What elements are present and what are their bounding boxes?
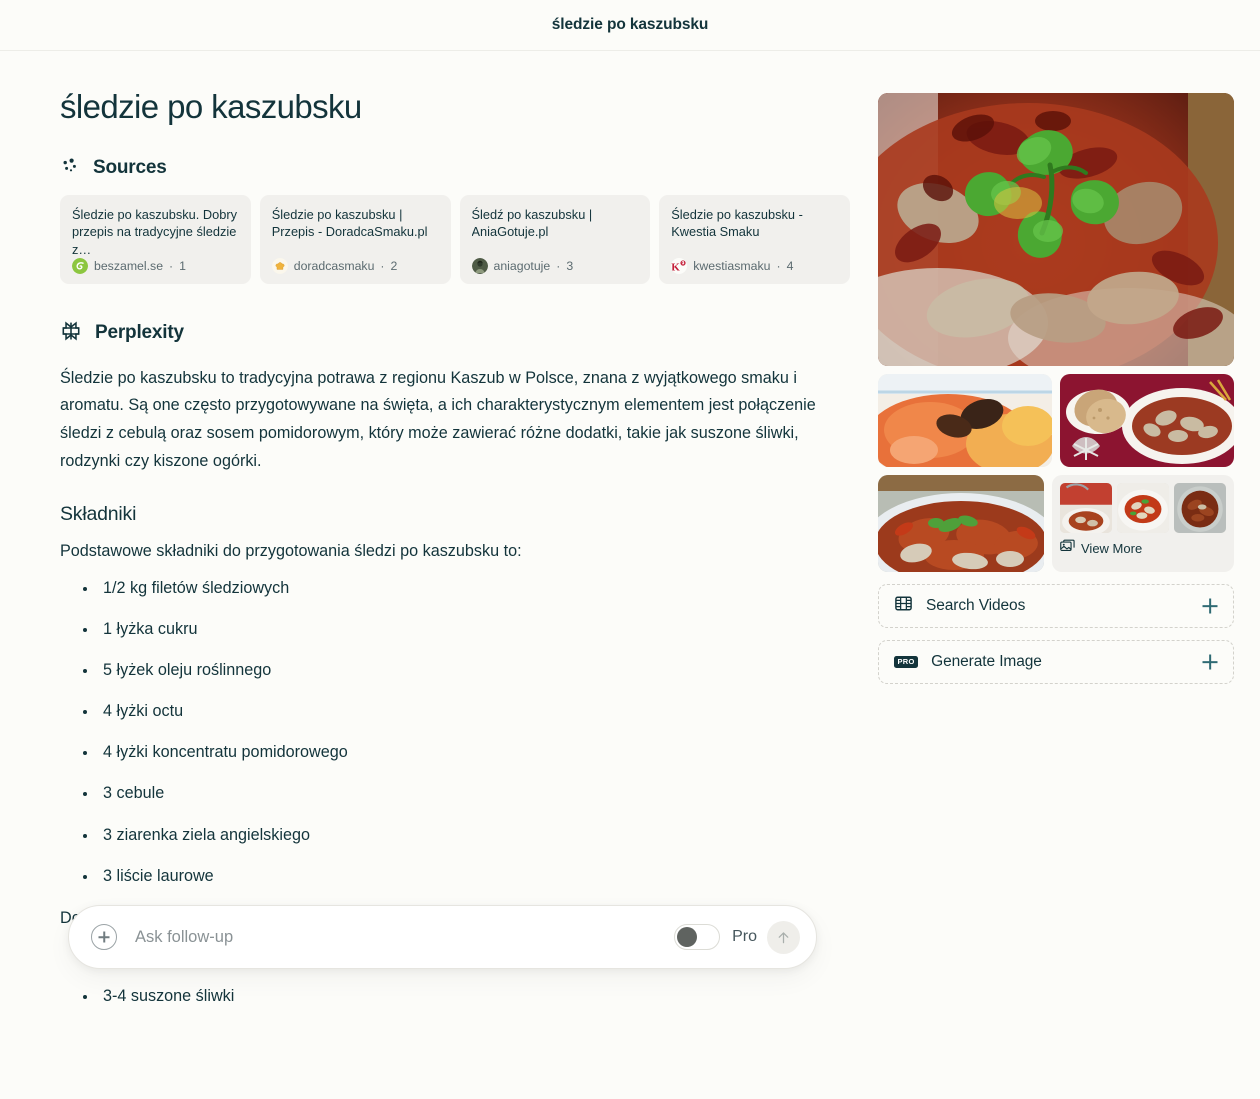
media-grid: View More [878, 93, 1234, 572]
plus-icon[interactable] [1202, 598, 1218, 614]
generate-image-button[interactable]: PRO Generate Image [878, 640, 1234, 684]
film-grid-icon [894, 594, 913, 618]
section-heading-skladniki: Składniki [60, 503, 137, 526]
source-title: Śledź po kaszubsku | AniaGotuje.pl [471, 206, 593, 240]
source-meta: beszamel.se · 1 [72, 257, 239, 274]
source-domain: aniagotuje [493, 258, 551, 273]
arrow-up-icon [778, 931, 789, 943]
plus-icon[interactable] [1202, 654, 1218, 670]
source-meta: aniagotuje · 3 [471, 257, 639, 274]
sources-list: Śledzie po kaszubsku. Dobry przepis na t… [60, 194, 850, 284]
answer-intro-paragraph: Śledzie po kaszubsku to tradycyjna potra… [60, 368, 816, 471]
more-thumb-1[interactable] [1060, 483, 1112, 533]
list-item: 4 łyżki octu [60, 699, 850, 724]
source-separator: · [169, 258, 174, 273]
generate-image-label: Generate Image [931, 653, 1042, 670]
plus-circle-icon[interactable] [91, 924, 117, 950]
media-row-3: View More [878, 475, 1234, 572]
perplexity-logo-icon [60, 320, 82, 347]
source-meta: K kwestiasmaku · 4 [671, 257, 838, 274]
list-item: 1/2 kg filetów śledziowych [60, 576, 850, 601]
view-more-row[interactable]: View More [1060, 539, 1226, 557]
submit-button[interactable] [767, 920, 800, 954]
list-item: 3-4 suszone śliwki [60, 984, 850, 1009]
top-bar: śledzie po kaszubsku [0, 0, 1260, 51]
search-videos-label: Search Videos [926, 597, 1026, 614]
source-card-4[interactable]: Śledzie po kaszubsku - Kwestia Smaku K k… [659, 194, 850, 284]
source-separator: · [776, 258, 781, 273]
doradcasmaku-favicon [271, 257, 288, 274]
beszamel-favicon [72, 257, 88, 274]
thumb-herring-dish[interactable] [878, 475, 1044, 572]
list-item: 5 łyżek oleju roślinnego [60, 658, 850, 683]
aniagotuje-favicon [471, 257, 488, 274]
sources-heading-label: Sources [93, 157, 167, 179]
source-card-3[interactable]: Śledź po kaszubsku | AniaGotuje.pl aniag… [459, 194, 651, 284]
pro-toggle-label: Pro [732, 928, 757, 945]
thumb-herring-potatoes[interactable] [878, 374, 1052, 467]
more-thumb-2[interactable] [1117, 483, 1169, 533]
source-card-2[interactable]: Śledzie po kaszubsku | Przepis - Doradca… [259, 194, 451, 284]
source-title: Śledzie po kaszubsku - Kwestia Smaku [671, 206, 803, 240]
source-domain: kwestiasmaku [693, 258, 771, 273]
followup-bar-container: Pro [68, 905, 817, 969]
list-item: 3 ziarenka ziela angielskiego [60, 823, 850, 848]
skladniki-lead: Podstawowe składniki do przygotowania śl… [60, 542, 522, 561]
list-item: 4 łyżki koncentratu pomidorowego [60, 740, 850, 765]
list-item: 1 łyżka cukru [60, 617, 850, 642]
source-meta: doradcasmaku · 2 [271, 257, 439, 274]
search-input[interactable] [135, 927, 675, 947]
list-item: 3 liście laurowe [60, 864, 850, 889]
source-separator: · [556, 258, 561, 273]
source-title: Śledzie po kaszubsku | Przepis - Doradca… [271, 206, 428, 240]
answer-body: Śledzie po kaszubsku to tradycyjna potra… [60, 365, 850, 1099]
answer-brand-label: Perplexity [95, 322, 184, 344]
more-thumbs [1060, 483, 1226, 533]
view-more-label: View More [1081, 540, 1143, 556]
sources-dots-icon [60, 156, 80, 181]
media-row-2 [878, 374, 1234, 467]
pro-toggle-knob [677, 927, 698, 947]
sources-heading: Sources [60, 156, 850, 181]
source-index: 1 [179, 258, 186, 273]
thumb-herring-bread[interactable] [1060, 374, 1234, 467]
source-title: Śledzie po kaszubsku. Dobry przepis na t… [72, 206, 238, 254]
followup-bar[interactable]: Pro [68, 905, 817, 969]
list-item: 3 cebule [60, 781, 850, 806]
source-separator: · [380, 258, 385, 273]
source-domain: doradcasmaku [293, 258, 375, 273]
top-bar-title: śledzie po kaszubsku [551, 16, 709, 33]
media-sidebar: View More Search Videos PRO Generate Ima… [878, 87, 1234, 1099]
pro-toggle[interactable] [674, 924, 721, 950]
images-stack-icon [1060, 539, 1075, 557]
search-videos-button[interactable]: Search Videos [878, 584, 1234, 628]
source-index: 4 [786, 258, 794, 273]
more-thumb-3[interactable] [1174, 483, 1226, 533]
kwestiasmaku-favicon: K [671, 257, 688, 274]
svg-text:K: K [672, 261, 681, 273]
hero-herring-parsley[interactable] [878, 93, 1234, 366]
pro-badge-icon: PRO [894, 655, 919, 669]
answer-brand-heading: Perplexity [60, 320, 850, 347]
source-domain: beszamel.se [94, 258, 164, 273]
view-more-card[interactable]: View More [1052, 475, 1234, 572]
page-title: śledzie po kaszubsku [60, 88, 362, 125]
source-index: 2 [390, 258, 398, 273]
skladniki-list: 1/2 kg filetów śledziowych 1 łyżka cukru… [60, 576, 850, 889]
source-card-1[interactable]: Śledzie po kaszubsku. Dobry przepis na t… [60, 194, 251, 284]
source-index: 3 [566, 258, 574, 273]
